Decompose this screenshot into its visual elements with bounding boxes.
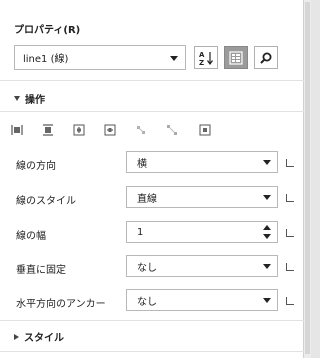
align-bottom-icon[interactable] — [166, 124, 178, 136]
line-direction-value: 横 — [137, 158, 147, 170]
category-view-icon — [229, 50, 243, 65]
sort-az-icon: A Z — [199, 51, 213, 66]
property-label-line-style: 線のスタイル — [16, 196, 76, 207]
category-view-button[interactable] — [224, 46, 248, 69]
chevron-down-icon — [170, 55, 178, 61]
horizontal-anchor-select[interactable]: なし — [126, 289, 278, 311]
property-label-vertical-fix: 垂直に固定 — [16, 265, 66, 276]
divider — [0, 320, 304, 321]
search-button[interactable] — [254, 46, 278, 69]
line-width-spinner[interactable]: 1 — [126, 221, 278, 243]
align-center-icon[interactable] — [42, 124, 54, 136]
vertical-scrollbar[interactable] — [304, 0, 311, 358]
sort-alphabetical-button[interactable]: A Z — [194, 46, 218, 69]
pin-icon[interactable] — [286, 297, 294, 305]
chevron-down-icon — [263, 195, 271, 200]
pin-icon[interactable] — [286, 263, 294, 271]
section-style-label: スタイル — [24, 333, 64, 344]
align-center-page-icon[interactable] — [199, 124, 211, 136]
line-direction-select[interactable]: 横 — [126, 151, 278, 173]
chevron-down-icon — [263, 298, 271, 303]
vertical-fix-select[interactable]: なし — [126, 255, 278, 277]
property-label-line-direction: 線の方向 — [16, 161, 56, 172]
svg-text:Z: Z — [199, 59, 204, 66]
align-right-icon[interactable] — [104, 124, 116, 136]
panel-title: プロパティ(R) — [14, 25, 81, 36]
divider — [0, 351, 304, 352]
search-icon — [260, 52, 272, 64]
pin-icon[interactable] — [286, 229, 294, 237]
section-operation-label: 操作 — [25, 95, 45, 106]
vertical-fix-value: なし — [137, 262, 157, 274]
section-operation-header[interactable]: 操作 — [14, 91, 45, 106]
expand-down-icon — [14, 96, 20, 101]
line-style-select[interactable]: 直線 — [126, 186, 278, 208]
horizontal-anchor-value: なし — [137, 296, 157, 308]
align-left-icon[interactable] — [11, 124, 23, 136]
section-style-header[interactable]: スタイル — [14, 329, 64, 344]
svg-text:A: A — [199, 51, 205, 59]
scrollbar-thumb[interactable] — [305, 2, 310, 354]
divider — [0, 111, 304, 112]
chevron-down-icon — [263, 264, 271, 269]
pin-icon[interactable] — [286, 194, 294, 202]
divider — [0, 80, 304, 81]
property-label-line-width: 線の幅 — [16, 231, 46, 242]
object-selector-value: line1 (線) — [23, 54, 69, 65]
properties-panel: プロパティ(R) line1 (線) A Z 操作 線の方向 横 線のスタイル … — [0, 0, 304, 358]
line-style-value: 直線 — [137, 193, 157, 205]
object-selector[interactable]: line1 (線) — [14, 45, 186, 70]
chevron-down-icon — [263, 160, 271, 165]
line-width-value: 1 — [137, 226, 144, 238]
spinner-arrows-icon[interactable] — [263, 225, 271, 239]
align-top-icon[interactable] — [135, 124, 147, 136]
expand-right-icon — [14, 333, 19, 340]
pin-icon[interactable] — [286, 159, 294, 167]
align-middle-icon[interactable] — [73, 124, 85, 136]
property-label-horizontal-anchor: 水平方向のアンカー — [16, 299, 106, 310]
